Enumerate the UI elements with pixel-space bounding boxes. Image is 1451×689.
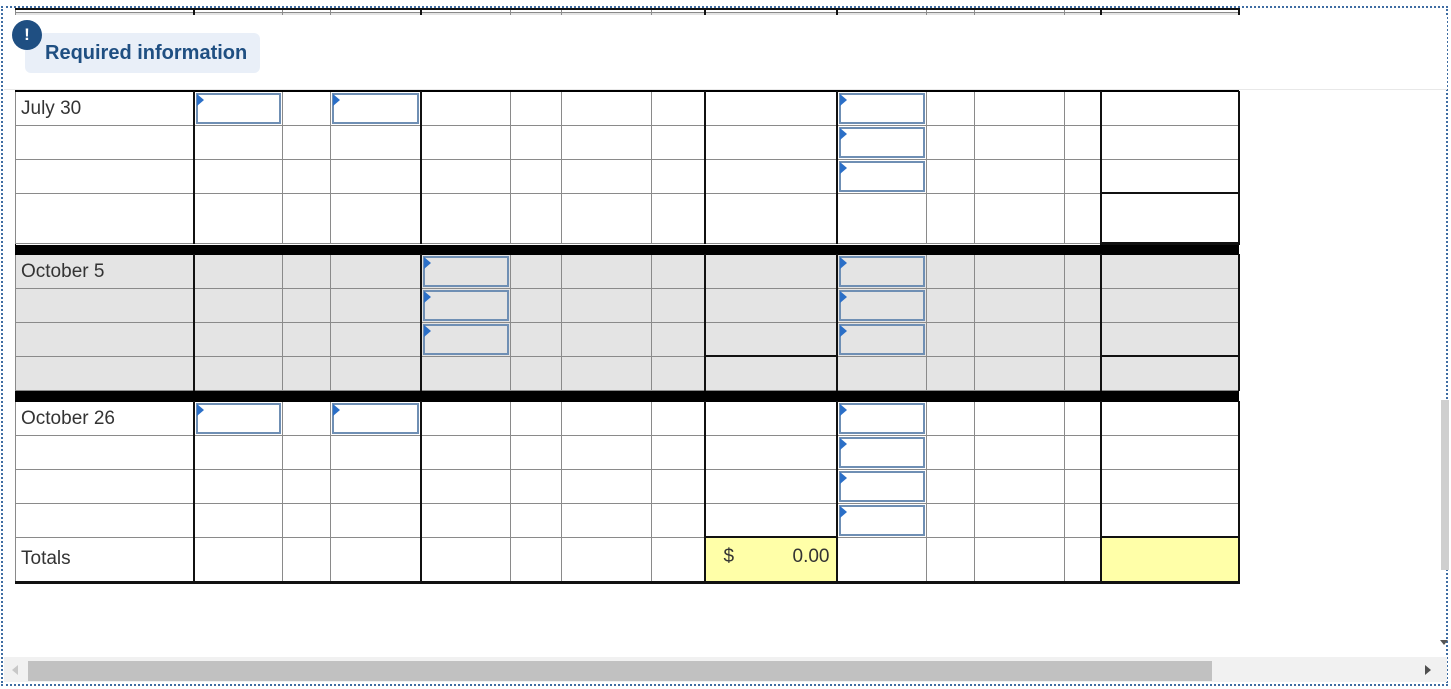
october-26-debit-input[interactable] [195, 402, 281, 434]
october-26-account-input-2[interactable] [838, 436, 925, 468]
july-30-account-input-3[interactable] [838, 160, 925, 192]
totals-currency: $ [723, 546, 735, 567]
table-row [15, 287, 1240, 323]
totals-cash-cell: $ 0.00 [703, 536, 838, 584]
table-row [15, 124, 1240, 160]
october-26-account-input-1[interactable] [838, 402, 925, 434]
row-label-october-5: October 5 [15, 253, 194, 289]
required-info-badge[interactable]: Required information [25, 33, 260, 73]
july-30-account-input-1[interactable] [838, 92, 925, 124]
horizontal-scrollbar-thumb[interactable] [28, 661, 1212, 681]
table-row [15, 502, 1240, 538]
row-separator [15, 242, 1239, 255]
october-5-input-1[interactable] [422, 255, 509, 287]
totals-amount: 0.00 [792, 546, 830, 567]
table-row [15, 434, 1240, 470]
table-row-october-5: October 5 [15, 253, 1240, 289]
table-row [15, 192, 1240, 245]
totals-equity-cell [1099, 536, 1240, 584]
row-label-totals: Totals [15, 536, 194, 584]
october-5-input-2[interactable] [422, 289, 509, 321]
october-5-account-input-3[interactable] [838, 323, 925, 355]
exclamation-icon: ! [12, 20, 42, 50]
row-label-july-30: July 30 [15, 90, 194, 126]
table-row-july-30: July 30 [15, 90, 1240, 126]
table-row-totals: Totals $ 0.00 [15, 536, 1240, 584]
vertical-scrollbar-thumb[interactable] [1441, 400, 1449, 570]
october-5-account-input-1[interactable] [838, 255, 925, 287]
scroll-left-arrow-icon[interactable] [12, 665, 18, 675]
table-row [15, 355, 1240, 391]
october-5-account-input-2[interactable] [838, 289, 925, 321]
july-30-account-input-2[interactable] [838, 126, 925, 158]
scroll-down-arrow-icon[interactable] [1440, 640, 1448, 645]
required-info-label: Required information [45, 42, 248, 64]
table-row-october-26: October 26 [15, 400, 1240, 436]
scroll-right-arrow-icon[interactable] [1425, 665, 1431, 675]
october-5-input-3[interactable] [422, 323, 509, 355]
journal-table: July 30 October 5 October 26 Totals $ 0.… [15, 8, 1240, 584]
october-26-account-input-4[interactable] [838, 504, 925, 536]
table-row [15, 158, 1240, 194]
row-separator [15, 389, 1239, 402]
row-label-october-26: October 26 [15, 400, 194, 436]
table-row [15, 321, 1240, 357]
july-30-cash-input[interactable] [332, 92, 419, 124]
october-26-account-input-3[interactable] [838, 470, 925, 502]
july-30-debit-input[interactable] [195, 92, 281, 124]
october-26-cash-input[interactable] [332, 402, 419, 434]
table-row [15, 468, 1240, 504]
